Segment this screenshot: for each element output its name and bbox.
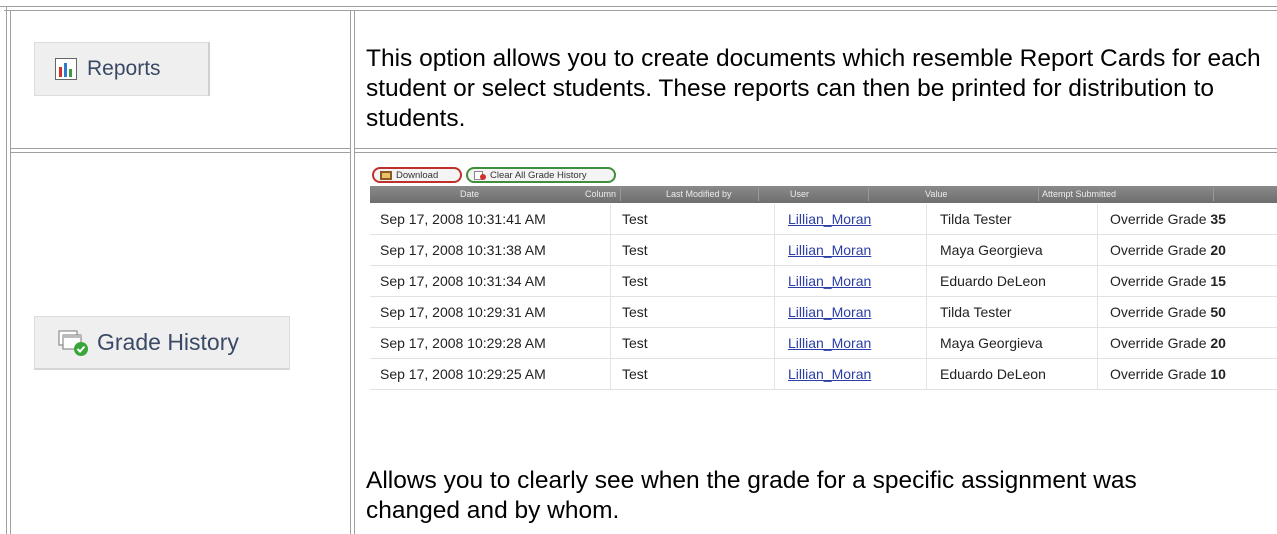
cell-column: Test bbox=[622, 242, 648, 258]
cell-modified-by[interactable]: Lillian_Moran bbox=[788, 211, 871, 227]
reports-button[interactable]: Reports bbox=[34, 42, 210, 96]
header-date[interactable]: Date bbox=[460, 189, 479, 199]
download-button[interactable]: Download bbox=[372, 167, 462, 183]
cell-user: Tilda Tester bbox=[940, 304, 1012, 320]
table-column-divider bbox=[350, 10, 351, 534]
header-attempt-submitted[interactable]: Attempt Submitted bbox=[1042, 189, 1116, 199]
grid-header: Date Column Last Modified by User Value … bbox=[370, 186, 1277, 203]
cell-value: Override Grade 15 bbox=[1110, 273, 1226, 289]
cell-modified-by[interactable]: Lillian_Moran bbox=[788, 335, 871, 351]
grade-history-grid: Download Clear All Grade History Date Co… bbox=[370, 164, 1277, 414]
header-column[interactable]: Column bbox=[585, 189, 616, 199]
cell-modified-by[interactable]: Lillian_Moran bbox=[788, 273, 871, 289]
table-row-divider-inner bbox=[10, 152, 350, 153]
grade-history-description: Allows you to clearly see when the grade… bbox=[366, 467, 1137, 524]
table-row: Sep 17, 2008 10:29:28 AM Test Lillian_Mora… bbox=[370, 328, 1277, 359]
grid-toolbar: Download Clear All Grade History bbox=[370, 164, 1277, 186]
cell-user: Tilda Tester bbox=[940, 211, 1012, 227]
grade-history-button[interactable]: Grade History bbox=[34, 316, 290, 370]
table-column-divider-inner bbox=[354, 10, 355, 534]
cell-column: Test bbox=[622, 304, 648, 320]
cell-date: Sep 17, 2008 10:29:25 AM bbox=[380, 366, 546, 382]
table-row: Sep 17, 2008 10:31:34 AM Test Lillian_Mora… bbox=[370, 266, 1277, 297]
cell-user: Maya Georgieva bbox=[940, 242, 1043, 258]
cell-modified-by[interactable]: Lillian_Moran bbox=[788, 242, 871, 258]
table-row-divider bbox=[10, 148, 350, 149]
cell-value: Override Grade 20 bbox=[1110, 335, 1226, 351]
header-user[interactable]: User bbox=[790, 189, 809, 199]
cell-value-prefix: Override Grade bbox=[1110, 304, 1207, 320]
table-top-border-inner bbox=[4, 10, 1277, 11]
cell-value: Override Grade 10 bbox=[1110, 366, 1226, 382]
cell-value-number: 20 bbox=[1210, 242, 1226, 258]
clear-history-icon bbox=[474, 170, 486, 180]
table-left-border bbox=[6, 6, 7, 534]
cell-modified-by[interactable]: Lillian_Moran bbox=[788, 366, 871, 382]
cell-user: Eduardo DeLeon bbox=[940, 366, 1046, 382]
cell-value: Override Grade 50 bbox=[1110, 304, 1226, 320]
cell-value-number: 20 bbox=[1210, 335, 1226, 351]
cell-value-number: 50 bbox=[1210, 304, 1226, 320]
cell-value-number: 10 bbox=[1210, 366, 1226, 382]
header-last-modified-by[interactable]: Last Modified by bbox=[666, 189, 732, 199]
bar-chart-icon bbox=[55, 58, 77, 80]
grade-history-icon bbox=[58, 330, 88, 356]
cell-date: Sep 17, 2008 10:31:38 AM bbox=[380, 242, 546, 258]
cell-user: Maya Georgieva bbox=[940, 335, 1043, 351]
cell-column: Test bbox=[622, 273, 648, 289]
cell-column: Test bbox=[622, 366, 648, 382]
cell-date: Sep 17, 2008 10:29:31 AM bbox=[380, 304, 546, 320]
cell-value: Override Grade 20 bbox=[1110, 242, 1226, 258]
table-row-divider-right-inner bbox=[354, 152, 1277, 153]
cell-value-number: 35 bbox=[1210, 211, 1226, 227]
cell-date: Sep 17, 2008 10:31:34 AM bbox=[380, 273, 546, 289]
table-row-divider-right bbox=[354, 148, 1277, 149]
table-top-border bbox=[0, 6, 1277, 7]
download-icon bbox=[380, 170, 392, 180]
table-row: Sep 17, 2008 10:31:41 AM Test Lillian_Mora… bbox=[370, 204, 1277, 235]
cell-value: Override Grade 35 bbox=[1110, 211, 1226, 227]
table-row: Sep 17, 2008 10:29:31 AM Test Lillian_Mora… bbox=[370, 297, 1277, 328]
clear-all-grade-history-button[interactable]: Clear All Grade History bbox=[466, 167, 616, 183]
header-value[interactable]: Value bbox=[925, 189, 947, 199]
cell-modified-by[interactable]: Lillian_Moran bbox=[788, 304, 871, 320]
cell-column: Test bbox=[622, 335, 648, 351]
cell-value-prefix: Override Grade bbox=[1110, 273, 1207, 289]
cell-date: Sep 17, 2008 10:31:41 AM bbox=[380, 211, 546, 227]
table-row: Sep 17, 2008 10:29:25 AM Test Lillian_Mora… bbox=[370, 359, 1277, 390]
grade-history-button-label: Grade History bbox=[97, 329, 239, 355]
cell-value-number: 15 bbox=[1210, 273, 1226, 289]
table-row: Sep 17, 2008 10:31:38 AM Test Lillian_Mora… bbox=[370, 235, 1277, 266]
cell-user: Eduardo DeLeon bbox=[940, 273, 1046, 289]
cell-column: Test bbox=[622, 211, 648, 227]
cell-date: Sep 17, 2008 10:29:28 AM bbox=[380, 335, 546, 351]
reports-button-label: Reports bbox=[87, 57, 161, 80]
cell-value-prefix: Override Grade bbox=[1110, 242, 1207, 258]
clear-all-label: Clear All Grade History bbox=[490, 169, 587, 181]
reports-description: This option allows you to create documen… bbox=[366, 45, 1261, 132]
cell-value-prefix: Override Grade bbox=[1110, 335, 1207, 351]
cell-value-prefix: Override Grade bbox=[1110, 211, 1207, 227]
cell-value-prefix: Override Grade bbox=[1110, 366, 1207, 382]
download-label: Download bbox=[396, 169, 439, 181]
table-left-border-inner bbox=[10, 10, 11, 534]
